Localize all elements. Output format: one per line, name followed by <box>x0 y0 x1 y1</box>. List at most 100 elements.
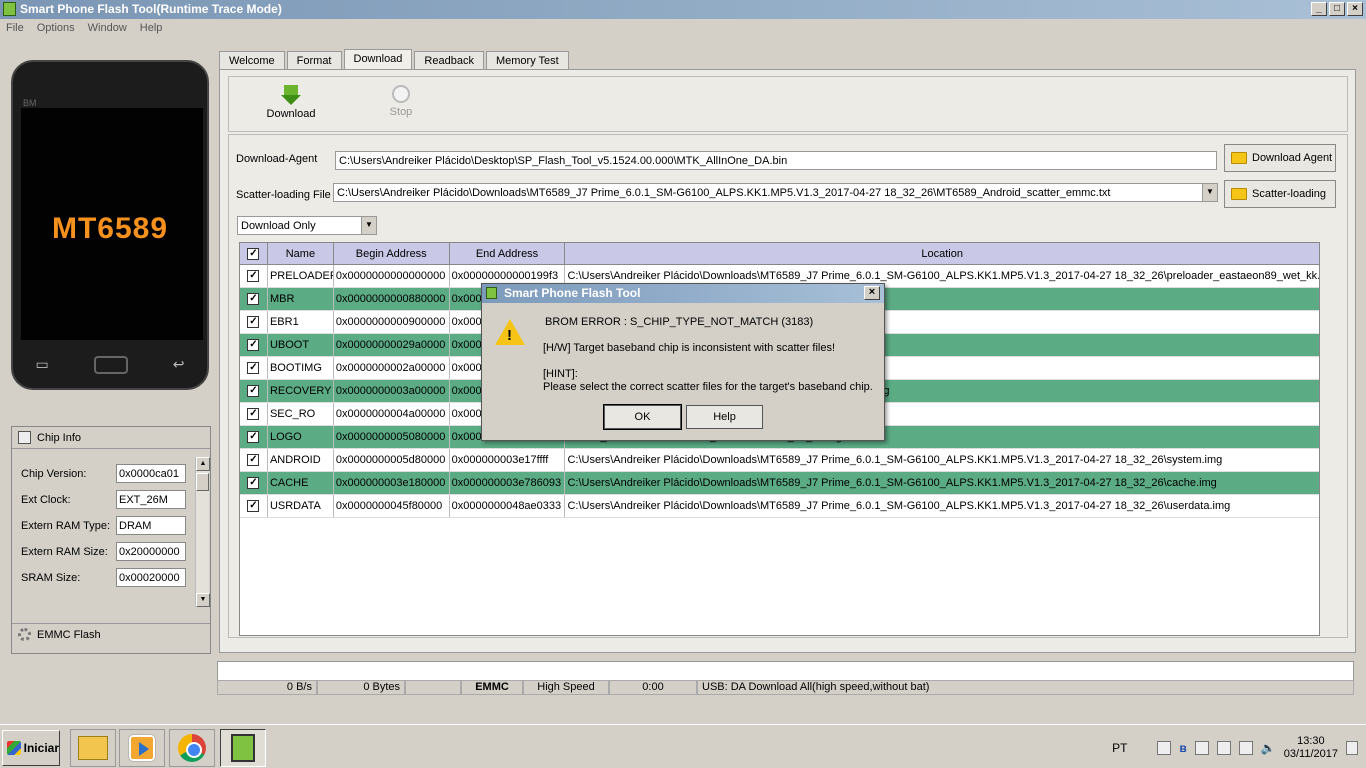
partition-name: UBOOT <box>268 334 334 356</box>
dialog-hw-text: [H/W] Target baseband chip is inconsiste… <box>543 342 836 354</box>
menu-file[interactable]: File <box>6 22 24 34</box>
col-location[interactable]: Location <box>565 243 1319 264</box>
sram-size-value: 0x00020000 <box>116 568 186 587</box>
chevron-down-icon[interactable]: ▼ <box>1202 184 1217 201</box>
volume-icon[interactable]: 🔈 <box>1261 741 1276 755</box>
phone-brand: BM <box>23 98 37 108</box>
dialog-close-icon[interactable]: × <box>864 286 880 300</box>
taskbar-explorer[interactable] <box>70 729 116 767</box>
stop-icon <box>392 85 410 103</box>
phone-illustration: BM MT6589 ▭ ↩ <box>11 60 209 390</box>
app-icon <box>486 287 497 299</box>
row-checkbox[interactable]: ✓ <box>240 426 268 448</box>
col-begin-address[interactable]: Begin Address <box>334 243 450 264</box>
download-agent-field[interactable]: C:\Users\Andreiker Plácido\Desktop\SP_Fl… <box>335 151 1217 170</box>
tab-memory-test[interactable]: Memory Test <box>485 51 569 70</box>
scatter-file-field[interactable]: C:\Users\Andreiker Plácido\Downloads\MT6… <box>333 183 1218 202</box>
stop-button-label: Stop <box>389 106 413 118</box>
status-time: 0:00 <box>609 680 697 695</box>
folder-icon <box>1231 188 1247 200</box>
begin-address: 0x0000000000000000 <box>334 265 450 287</box>
menu-window[interactable]: Window <box>88 22 127 34</box>
download-agent-button[interactable]: Download Agent <box>1224 144 1336 172</box>
home-key-icon <box>93 356 128 374</box>
status-speed: 0 B/s <box>217 680 317 695</box>
taskbar-flash-tool[interactable] <box>220 729 266 767</box>
tab-download[interactable]: Download <box>343 49 413 70</box>
begin-address: 0x00000000029a0000 <box>334 334 450 356</box>
row-checkbox[interactable]: ✓ <box>240 334 268 356</box>
col-name[interactable]: Name <box>268 243 334 264</box>
file-location[interactable]: C:\Users\Andreiker Plácido\Downloads\MT6… <box>565 449 1319 471</box>
row-checkbox[interactable]: ✓ <box>240 449 268 471</box>
menu-help[interactable]: Help <box>140 22 163 34</box>
scroll-up-icon[interactable]: ▲ <box>196 457 210 471</box>
emmc-flash-header[interactable]: EMMC Flash <box>12 623 210 645</box>
network-icon[interactable] <box>1157 741 1172 755</box>
file-location[interactable]: C:\Users\Andreiker Plácido\Downloads\MT6… <box>565 495 1319 517</box>
end-address: 0x0000000048ae0333 <box>450 495 566 517</box>
ram-type-label: Extern RAM Type: <box>21 520 111 532</box>
signal-icon[interactable] <box>1238 741 1253 755</box>
media-player-icon <box>129 735 155 761</box>
chip-info-scrollbar[interactable]: ▲ ▼ <box>195 457 210 607</box>
device-icon[interactable] <box>1216 741 1231 755</box>
tab-readback[interactable]: Readback <box>414 51 484 70</box>
scroll-down-icon[interactable]: ▼ <box>196 593 210 607</box>
tab-format[interactable]: Format <box>286 51 342 70</box>
taskbar-chrome[interactable] <box>169 729 215 767</box>
partition-name: MBR <box>268 288 334 310</box>
scroll-thumb[interactable] <box>196 473 209 491</box>
row-checkbox[interactable]: ✓ <box>240 357 268 379</box>
row-checkbox[interactable]: ✓ <box>240 472 268 494</box>
taskbar-media-player[interactable] <box>119 729 165 767</box>
clock-date: 03/11/2017 <box>1283 748 1338 760</box>
row-checkbox[interactable]: ✓ <box>240 265 268 287</box>
file-location[interactable]: C:\Users\Andreiker Plácido\Downloads\MT6… <box>565 472 1319 494</box>
show-desktop-icon[interactable] <box>1346 741 1358 755</box>
select-all-checkbox[interactable]: ✓ <box>240 243 268 264</box>
partition-name: CACHE <box>268 472 334 494</box>
flag-icon[interactable] <box>1194 741 1209 755</box>
maximize-button[interactable]: □ <box>1329 2 1345 16</box>
menu-options[interactable]: Options <box>37 22 75 34</box>
begin-address: 0x0000000000880000 <box>334 288 450 310</box>
status-bytes: 0 Bytes <box>317 680 405 695</box>
menu-key-icon: ▭ <box>35 356 49 372</box>
help-button[interactable]: Help <box>686 405 763 429</box>
tab-bar: Welcome Format Download Readback Memory … <box>219 49 569 70</box>
bluetooth-icon[interactable]: ʙ <box>1179 741 1186 755</box>
row-checkbox[interactable]: ✓ <box>240 380 268 402</box>
begin-address: 0x000000003e180000 <box>334 472 450 494</box>
chip-info-header[interactable]: Chip Info <box>12 427 210 449</box>
stop-button[interactable]: Stop <box>361 85 441 118</box>
begin-address: 0x0000000003a00000 <box>334 380 450 402</box>
row-checkbox[interactable]: ✓ <box>240 403 268 425</box>
row-checkbox[interactable]: ✓ <box>240 495 268 517</box>
ok-button[interactable]: OK <box>603 404 682 430</box>
chevron-down-icon[interactable]: ▼ <box>361 217 376 234</box>
mode-select[interactable]: Download Only ▼ <box>237 216 377 235</box>
taskbar: Iniciar PT ʙ 🔈 13:30 03/11/2017 <box>0 724 1366 768</box>
scatter-loading-button[interactable]: Scatter-loading <box>1224 180 1336 208</box>
dialog-title-bar[interactable]: Smart Phone Flash Tool × <box>482 284 884 303</box>
emmc-flash-label: EMMC Flash <box>37 628 101 641</box>
ext-clock-value: EXT_26M <box>116 490 186 509</box>
start-button[interactable]: Iniciar <box>2 730 60 766</box>
col-end-address[interactable]: End Address <box>450 243 566 264</box>
minimize-button[interactable]: _ <box>1311 2 1327 16</box>
partition-name: RECOVERY <box>268 380 334 402</box>
table-row[interactable]: ✓ ANDROID 0x0000000005d80000 0x000000003e17… <box>240 449 1319 472</box>
download-button[interactable]: Download <box>251 85 331 120</box>
table-row[interactable]: ✓ USRDATA 0x0000000045f80000 0x0000000048ae… <box>240 495 1319 518</box>
clock[interactable]: 13:30 03/11/2017 <box>1284 735 1338 761</box>
language-indicator[interactable]: PT <box>1112 741 1127 755</box>
close-button[interactable]: × <box>1347 2 1363 16</box>
begin-address: 0x0000000002a00000 <box>334 357 450 379</box>
tab-welcome[interactable]: Welcome <box>219 51 285 70</box>
clock-time: 13:30 <box>1297 735 1325 747</box>
dialog-hint-label: [HINT]: <box>543 368 578 380</box>
row-checkbox[interactable]: ✓ <box>240 311 268 333</box>
row-checkbox[interactable]: ✓ <box>240 288 268 310</box>
table-row[interactable]: ✓ CACHE 0x000000003e180000 0x000000003e7860… <box>240 472 1319 495</box>
